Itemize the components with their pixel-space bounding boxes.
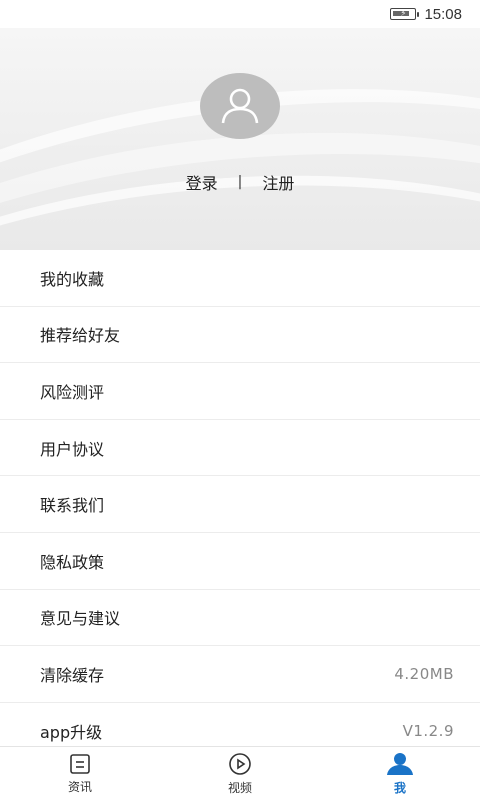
battery-charging-icon: ⚡ [390,8,420,20]
menu-item-label: 意见与建议 [40,609,121,629]
menu-item-label: 用户协议 [40,439,105,459]
menu-item-label: 联系我们 [40,496,105,516]
tab-news[interactable]: 资讯 [0,753,160,795]
app-version-value: V1.2.9 [402,721,454,740]
video-play-icon [229,752,251,775]
settings-menu: 我的收藏 推荐给好友 风险测评 用户协议 联系我们 隐私政策 意见与建议 清除缓… [0,250,480,746]
tab-label: 资讯 [67,779,92,794]
menu-item-contact-us[interactable]: 联系我们 [0,476,480,533]
status-bar: ⚡ 15:08 [0,0,480,28]
menu-item-label: 风险测评 [40,382,105,402]
tab-video[interactable]: 视频 [160,752,320,796]
menu-item-app-upgrade[interactable]: app升级 V1.2.9 [0,703,480,746]
menu-item-risk-assessment[interactable]: 风险测评 [0,363,480,420]
cache-size-value: 4.20MB [394,664,454,683]
menu-item-recommend[interactable]: 推荐给好友 [0,307,480,364]
login-link[interactable]: 登录 [186,170,218,194]
tab-profile[interactable]: 我 [320,752,480,796]
auth-links: 登录 | 注册 [0,170,480,194]
tab-label: 视频 [227,780,252,795]
profile-header: 登录 | 注册 [0,28,480,250]
auth-separator: | [237,174,243,190]
bottom-navigation: 资讯 视频 我 [0,746,480,800]
user-avatar-icon[interactable] [200,73,280,139]
profile-icon [387,752,413,775]
menu-item-label: 推荐给好友 [40,326,121,346]
news-icon [70,753,90,774]
menu-item-user-agreement[interactable]: 用户协议 [0,420,480,477]
menu-item-label: 我的收藏 [40,269,105,289]
menu-item-feedback[interactable]: 意见与建议 [0,590,480,647]
tab-label: 我 [393,780,406,795]
menu-item-privacy-policy[interactable]: 隐私政策 [0,533,480,590]
menu-item-label: app升级 [40,722,103,742]
status-time: 15:08 [424,5,462,23]
app-screen: ⚡ 15:08 登录 | 注册 我的收藏 推荐给好友 风险测评 用户协议 联系我… [0,0,480,800]
menu-item-clear-cache[interactable]: 清除缓存 4.20MB [0,646,480,703]
menu-item-label: 隐私政策 [40,552,105,572]
menu-item-label: 清除缓存 [40,665,105,685]
register-link[interactable]: 注册 [262,170,294,194]
menu-item-favorites[interactable]: 我的收藏 [0,250,480,307]
